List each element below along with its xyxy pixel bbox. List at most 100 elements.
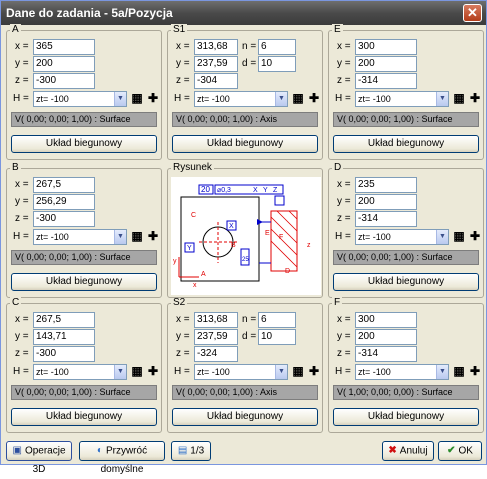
cancel-button[interactable]: ✖ Anuluj [382,441,434,461]
panel-e-vector: V( 0,00; 0,00; 1,00) : Surface [333,112,479,127]
z-label: z = [176,75,190,86]
point-d: D [285,268,290,275]
ok-button[interactable]: ✔ OK [438,441,482,461]
panel-b-x-input[interactable]: 267,5 [33,177,95,193]
panel-c-z-input[interactable]: -300 [33,346,95,362]
point-e: E [265,230,270,237]
panel-e-label: E [332,24,343,35]
drawing-panel: Rysunek 20 ⌀0,3 X Y Z X Y 25 y x A B C D… [167,162,323,298]
panel-s1-x-input[interactable]: 313,68 [194,39,238,55]
panel-s1-y-input[interactable]: 237,59 [194,56,238,72]
plus-icon[interactable]: ✚ [146,92,160,106]
chevron-down-icon[interactable]: ▼ [436,230,448,244]
panel-c-h-select[interactable]: zt= -100 ▼ [33,364,127,380]
chevron-down-icon[interactable]: ▼ [114,92,126,106]
panel-s1-d-input[interactable]: 10 [258,56,296,72]
panel-e-z-input[interactable]: -314 [355,73,417,89]
grid-icon[interactable]: ▦ [452,230,466,244]
panel-s2-vector: V( 0,00; 0,00; 1,00) : Axis [172,385,318,400]
y-label: y = [15,196,29,207]
panel-e-y-input[interactable]: 200 [355,56,417,72]
close-button[interactable]: ✕ [463,4,482,22]
panel-b-vector: V( 0,00; 0,00; 1,00) : Surface [11,250,157,265]
grid-icon[interactable]: ▦ [130,230,144,244]
panel-s2-z-input[interactable]: -324 [194,346,238,362]
panel-s2-h-select[interactable]: zt= -100 ▼ [194,364,288,380]
y-label: y = [176,331,190,342]
page-indicator: 1/3 [190,445,205,457]
plus-icon[interactable]: ✚ [146,230,160,244]
panel-e-polar-button[interactable]: Układ biegunowy [333,135,479,153]
panel-s2-polar-button[interactable]: Układ biegunowy [172,408,318,426]
panel-s2-x-input[interactable]: 313,68 [194,312,238,328]
panel-a-polar-button[interactable]: Układ biegunowy [11,135,157,153]
panel-b-polar-button[interactable]: Układ biegunowy [11,273,157,291]
z-label: z = [337,348,351,359]
panel-f-polar-button[interactable]: Układ biegunowy [333,408,479,426]
panel-s1-z-input[interactable]: -304 [194,73,238,89]
panel-e-x-input[interactable]: 300 [355,39,417,55]
panel-b-h-select[interactable]: zt= -100 ▼ [33,229,127,245]
panel-d-h-select[interactable]: zt= -100 ▼ [355,229,449,245]
panel-b-z-input[interactable]: -300 [33,211,95,227]
panel-c-label: C [10,297,22,308]
panel-d-polar-button[interactable]: Układ biegunowy [333,273,479,291]
plus-icon[interactable]: ✚ [307,365,321,379]
plus-icon[interactable]: ✚ [468,92,482,106]
grid-icon[interactable]: ▦ [130,365,144,379]
chevron-down-icon[interactable]: ▼ [114,230,126,244]
chevron-down-icon[interactable]: ▼ [275,365,287,379]
panel-s1-h-select[interactable]: zt= -100 ▼ [194,91,288,107]
x-label: x = [176,314,190,325]
tolerance-label: ⌀0,3 [217,187,231,194]
panel-a-y-input[interactable]: 200 [33,56,95,72]
panel-c-polar-button[interactable]: Układ biegunowy [11,408,157,426]
tol-x: X [253,187,258,194]
plus-icon[interactable]: ✚ [146,365,160,379]
grid-icon[interactable]: ▦ [291,365,305,379]
panel-f-z-input[interactable]: -314 [355,346,417,362]
plus-icon[interactable]: ✚ [468,230,482,244]
panel-a-z-input[interactable]: -300 [33,73,95,89]
panel-f-y-input[interactable]: 200 [355,329,417,345]
panel-f-x-input[interactable]: 300 [355,312,417,328]
plus-icon[interactable]: ✚ [307,92,321,106]
panel-s1: S1 x = 313,68 y = 237,59 z = -304 n = 6 d = 10 H = z… [167,24,323,160]
y-label: y = [15,331,29,342]
panel-b-y-input[interactable]: 256,29 [33,194,95,210]
chevron-down-icon[interactable]: ▼ [275,92,287,106]
grid-icon[interactable]: ▦ [130,92,144,106]
panel-d-x-input[interactable]: 235 [355,177,417,193]
grid-icon[interactable]: ▦ [452,365,466,379]
panel-d-y-input[interactable]: 200 [355,194,417,210]
panel-c-x-input[interactable]: 267,5 [33,312,95,328]
grid-icon[interactable]: ▦ [452,92,466,106]
panel-f-h-select[interactable]: zt= -100 ▼ [355,364,449,380]
panel-s1-n-input[interactable]: 6 [258,39,296,55]
y-label: y = [176,58,190,69]
chevron-down-icon[interactable]: ▼ [114,365,126,379]
restore-defaults-button[interactable]: ◐ Przywróć domyślne [79,441,165,475]
panel-c-y-input[interactable]: 143,71 [33,329,95,345]
cancel-icon: ✖ [388,445,397,456]
operations-3d-button[interactable]: ▣ Operacje 3D [6,441,72,475]
panel-a-x-input[interactable]: 365 [33,39,95,55]
chevron-down-icon[interactable]: ▼ [436,365,448,379]
panel-a: Ax = 365 y = 200 z = -300 H = zt= -100 ▼ ▦ ✚ V( 0,0… [6,24,162,160]
axis-z-label: z [307,242,311,249]
panel-s1-polar-button[interactable]: Układ biegunowy [172,135,318,153]
point-f: F [279,234,283,241]
panel-s2-n-input[interactable]: 6 [258,312,296,328]
chevron-down-icon[interactable]: ▼ [436,92,448,106]
d-label: d = [242,58,257,69]
point-b: B [231,242,236,249]
panel-e-h-select[interactable]: zt= -100 ▼ [355,91,449,107]
page-switch-button[interactable]: ▤ 1/3 [171,441,211,461]
axis-x-label: x [193,282,197,289]
plus-icon[interactable]: ✚ [468,365,482,379]
panel-a-h-select[interactable]: zt= -100 ▼ [33,91,127,107]
panel-s2-d-input[interactable]: 10 [258,329,296,345]
panel-s2-y-input[interactable]: 237,59 [194,329,238,345]
panel-d-z-input[interactable]: -314 [355,211,417,227]
grid-icon[interactable]: ▦ [291,92,305,106]
